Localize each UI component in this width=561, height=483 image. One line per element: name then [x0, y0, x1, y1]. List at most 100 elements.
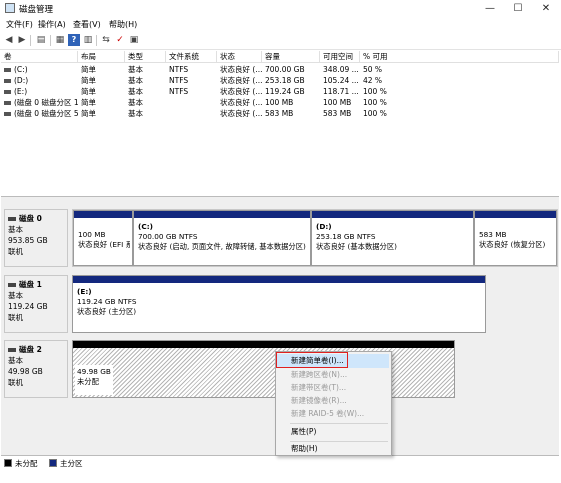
filesystem-cell [166, 108, 217, 119]
partition-efi[interactable]: 100 MB 状态良好 (EFI 系 [73, 210, 133, 266]
volume-name-cell: (D:) [1, 75, 78, 86]
table-row[interactable]: (磁盘 0 磁盘分区 1) 简单 基本 状态良好 (... 100 MB 100… [1, 97, 559, 108]
app-icon [5, 3, 15, 13]
partition-status: 状态良好 (恢复分区) [479, 240, 546, 249]
disk-name: 磁盘 2 [19, 345, 42, 354]
disk-0-partitions: 100 MB 状态良好 (EFI 系 (C:) 700.00 GB NTFS 状… [72, 209, 558, 267]
percent-free-cell: 50 % [363, 65, 383, 74]
layout-cell: 简单 [81, 65, 96, 74]
layout-cell: 简单 [81, 98, 96, 107]
volume-name: (D:) [14, 76, 29, 85]
disk-icon [8, 217, 16, 221]
layout-cell: 简单 [81, 87, 96, 96]
menu-new-raid5-volume[interactable]: 新建 RAID-5 卷(W)... [278, 408, 389, 420]
menu-new-spanned-volume[interactable]: 新建跨区卷(N)... [278, 369, 389, 381]
partition-size: 583 MB [479, 230, 507, 239]
partition-bar [134, 211, 310, 218]
volume-name: (E:) [14, 87, 28, 96]
free-space-cell: 583 MB [323, 109, 352, 118]
drive-icon [4, 68, 11, 72]
capacity-cell: 119.24 GB [265, 87, 305, 96]
percent-free-cell: 42 % [363, 76, 383, 85]
type-cell: 基本 [128, 65, 143, 74]
table-row[interactable]: (磁盘 0 磁盘分区 5) 简单 基本 状态良好 (... 583 MB 583… [1, 108, 559, 119]
partition-bar [74, 211, 132, 218]
minimize-button[interactable]: — [477, 0, 503, 18]
partition-name: (E:) [77, 287, 92, 296]
menu-view[interactable]: 查看(V) [73, 19, 101, 30]
toolbar: ◀ ▶ ▤ ▦ ? ▥ ⇆ ✓ ▣ [0, 32, 561, 50]
column-header-layout[interactable]: 布局 [78, 51, 125, 63]
menu-separator [290, 441, 388, 442]
partition-size: 700.00 GB NTFS [138, 232, 198, 241]
volume-table: 卷 布局 类型 文件系统 状态 容量 可用空间 % 可用 (C:) 简单 基本 … [1, 51, 559, 191]
disk-0-label[interactable]: 磁盘 0 基本 953.85 GB 联机 [4, 209, 68, 267]
menu-file[interactable]: 文件(F) [6, 19, 33, 30]
menu-new-striped-volume[interactable]: 新建带区卷(T)... [278, 382, 389, 394]
check-icon[interactable]: ✓ [114, 34, 126, 46]
status-cell: 状态良好 (... [220, 109, 262, 118]
volume-name-cell: (磁盘 0 磁盘分区 5) [1, 108, 78, 119]
table-row[interactable]: (D:) 简单 基本 NTFS 状态良好 (... 253.18 GB 105.… [1, 75, 559, 86]
legend-swatch-unallocated [4, 459, 12, 467]
partition-e[interactable]: (E:) 119.24 GB NTFS 状态良好 (主分区) [72, 275, 486, 333]
table-row[interactable]: (C:) 简单 基本 NTFS 状态良好 (... 700.00 GB 348.… [1, 64, 559, 75]
percent-free-cell: 100 % [363, 98, 387, 107]
partition-unallocated[interactable]: 49.98 GB 未分配 [72, 340, 455, 398]
disk-type: 基本 [8, 225, 23, 234]
partition-name: (C:) [138, 222, 153, 231]
menu-new-mirrored-volume[interactable]: 新建镜像卷(R)... [278, 395, 389, 407]
partition-size: 100 MB [78, 230, 106, 239]
maximize-button[interactable]: ☐ [505, 0, 531, 18]
status-cell: 状态良好 (... [220, 76, 262, 85]
free-space-cell: 100 MB [323, 98, 352, 107]
menu-properties[interactable]: 属性(P) [278, 426, 389, 438]
partition-d[interactable]: (D:) 253.18 GB NTFS 状态良好 (基本数据分区) [311, 210, 474, 266]
column-header-percent-free[interactable]: % 可用 [360, 51, 559, 63]
menu-separator [290, 423, 388, 424]
free-space-cell: 348.09 ... [323, 65, 359, 74]
properties-icon[interactable]: ▦ [54, 34, 66, 46]
partition-status: 状态良好 (EFI 系 [78, 240, 130, 249]
status-cell: 状态良好 (... [220, 98, 262, 107]
disk-1-label[interactable]: 磁盘 1 基本 119.24 GB 联机 [4, 275, 68, 333]
volume-name: (C:) [14, 65, 28, 74]
partition-size: 49.98 GB [77, 367, 111, 376]
percent-free-cell: 100 % [363, 109, 387, 118]
menu-help[interactable]: 帮助(H) [278, 443, 389, 455]
partition-recovery[interactable]: 583 MB 状态良好 (恢复分区) [474, 210, 557, 266]
column-header-volume[interactable]: 卷 [1, 51, 78, 63]
forward-arrow-icon[interactable]: ▶ [16, 34, 28, 46]
partition-c[interactable]: (C:) 700.00 GB NTFS 状态良好 (启动, 页面文件, 故障转储… [133, 210, 311, 266]
menu-action[interactable]: 操作(A) [38, 19, 66, 30]
column-header-status[interactable]: 状态 [217, 51, 262, 63]
volume-list-icon[interactable]: ▥ [82, 34, 94, 46]
column-header-type[interactable]: 类型 [125, 51, 166, 63]
column-header-filesystem[interactable]: 文件系统 [166, 51, 217, 63]
table-row[interactable]: (E:) 简单 基本 NTFS 状态良好 (... 119.24 GB 118.… [1, 86, 559, 97]
menu-help[interactable]: 帮助(H) [109, 19, 137, 30]
close-button[interactable]: ✕ [533, 0, 559, 18]
free-space-cell: 118.71 ... [323, 87, 359, 96]
status-cell: 状态良好 (... [220, 65, 262, 74]
disk-size: 49.98 GB [8, 367, 43, 376]
connect-icon[interactable]: ⇆ [100, 34, 112, 46]
column-header-free-space[interactable]: 可用空间 [320, 51, 360, 63]
partition-bar [73, 276, 485, 283]
menu-bar: 文件(F) 操作(A) 查看(V) 帮助(H) [0, 18, 561, 32]
volume-name-cell: (C:) [1, 64, 78, 75]
layout-cell: 简单 [81, 76, 96, 85]
back-arrow-icon[interactable]: ◀ [3, 34, 15, 46]
disk-2-label[interactable]: 磁盘 2 基本 49.98 GB 联机 [4, 340, 68, 398]
type-cell: 基本 [128, 87, 143, 96]
filesystem-cell [166, 97, 217, 108]
help-icon[interactable]: ? [68, 34, 80, 46]
console-tree-icon[interactable]: ▤ [35, 34, 47, 46]
percent-free-cell: 100 % [363, 87, 387, 96]
rescan-icon[interactable]: ▣ [128, 34, 140, 46]
free-space-cell: 105.24 ... [323, 76, 359, 85]
partition-size: 119.24 GB NTFS [77, 297, 137, 306]
disk-icon [8, 348, 16, 352]
column-header-capacity[interactable]: 容量 [262, 51, 320, 63]
disk-size: 119.24 GB [8, 302, 48, 311]
